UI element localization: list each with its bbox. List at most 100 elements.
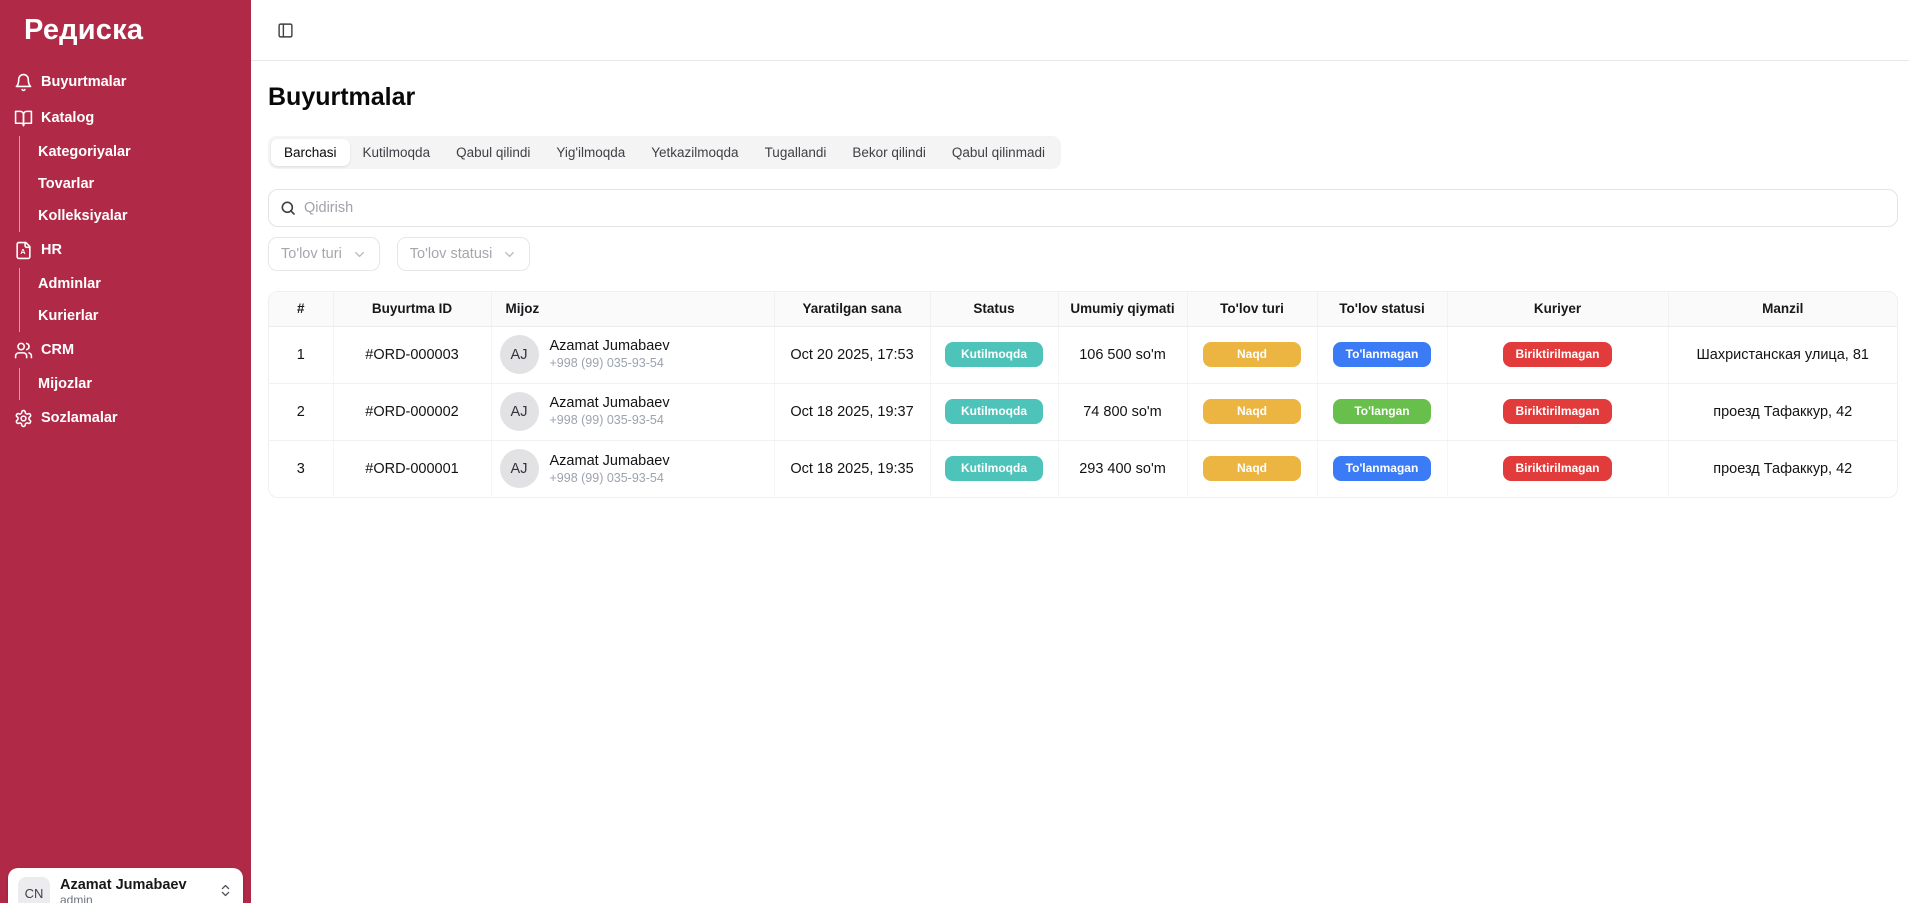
- orders-table: # Buyurtma ID Mijoz Yaratilgan sana Stat…: [269, 292, 1897, 497]
- row-index: 1: [269, 326, 333, 383]
- sidebar-item-label: HR: [41, 242, 62, 258]
- svg-text:A: A: [20, 248, 25, 256]
- order-address: проезд Тафаккур, 42: [1668, 440, 1897, 497]
- order-address: проезд Тафаккур, 42: [1668, 383, 1897, 440]
- user-name: Azamat Jumabaev: [60, 877, 208, 894]
- courier-badge: Biriktirilmagan: [1503, 342, 1611, 367]
- courier-badge: Biriktirilmagan: [1503, 399, 1611, 424]
- search-icon: [280, 200, 296, 216]
- users-icon: [14, 341, 33, 360]
- sidebar-item-adminlar[interactable]: Adminlar: [38, 268, 251, 300]
- tab-tugallandi[interactable]: Tugallandi: [752, 139, 840, 166]
- main-area: Buyurtmalar Barchasi Kutilmoqda Qabul qi…: [251, 0, 1909, 903]
- tab-qabul-qilinmadi[interactable]: Qabul qilinmadi: [939, 139, 1058, 166]
- sidebar-item-label: Katalog: [41, 110, 94, 126]
- gear-icon: [14, 409, 33, 428]
- payment-status-select[interactable]: To'lov statusi: [397, 237, 531, 271]
- payment-type-select-label: To'lov turi: [281, 246, 342, 262]
- chevrons-up-down-icon: [218, 883, 233, 898]
- sidebar-item-label: Sozlamalar: [41, 410, 118, 426]
- sidebar-item-crm[interactable]: CRM: [0, 332, 251, 368]
- order-total: 293 400 so'm: [1058, 440, 1187, 497]
- topbar: [251, 0, 1909, 61]
- created-date: Oct 18 2025, 19:35: [774, 440, 930, 497]
- filters-row: To'lov turi To'lov statusi: [268, 237, 1898, 271]
- row-index: 2: [269, 383, 333, 440]
- user-role: admin: [60, 894, 208, 903]
- sidebar: Редиска Buyurtmalar Katalog Kategoriyala…: [0, 0, 251, 903]
- page-content: Buyurtmalar Barchasi Kutilmoqda Qabul qi…: [251, 61, 1909, 498]
- customer-name: Azamat Jumabaev: [550, 394, 670, 412]
- order-total: 74 800 so'm: [1058, 383, 1187, 440]
- crm-sublist: Mijozlar: [19, 368, 251, 400]
- tab-bekor-qilindi[interactable]: Bekor qilindi: [839, 139, 939, 166]
- tab-qabul-qilindi[interactable]: Qabul qilindi: [443, 139, 543, 166]
- customer-info: Azamat Jumabaev +998 (99) 035-93-54: [550, 394, 670, 428]
- sidebar-item-buyurtmalar[interactable]: Buyurtmalar: [0, 64, 251, 100]
- customer-name: Azamat Jumabaev: [550, 452, 670, 470]
- col-total: Umumiy qiymati: [1058, 292, 1187, 326]
- sidebar-item-tovarlar[interactable]: Tovarlar: [38, 168, 251, 200]
- customer-phone: +998 (99) 035-93-54: [550, 470, 670, 486]
- customer-avatar: AJ: [500, 335, 539, 374]
- customer-phone: +998 (99) 035-93-54: [550, 355, 670, 371]
- sidebar-toggle-button[interactable]: [271, 16, 299, 44]
- sidebar-item-label: CRM: [41, 342, 74, 358]
- col-customer: Mijoz: [491, 292, 774, 326]
- sidebar-item-mijozlar[interactable]: Mijozlar: [38, 368, 251, 400]
- tab-kutilmoqda[interactable]: Kutilmoqda: [350, 139, 444, 166]
- table-row[interactable]: 2 #ORD-000002 AJ Azamat Jumabaev +998 (9…: [269, 383, 1897, 440]
- payment-status-badge: To'lanmagan: [1333, 456, 1431, 481]
- col-index: #: [269, 292, 333, 326]
- page-title: Buyurtmalar: [268, 83, 1898, 112]
- col-payment-type: To'lov turi: [1187, 292, 1317, 326]
- tab-yigilmoqda[interactable]: Yig'ilmoqda: [543, 139, 638, 166]
- table-header-row: # Buyurtma ID Mijoz Yaratilgan sana Stat…: [269, 292, 1897, 326]
- sidebar-nav: Buyurtmalar Katalog Kategoriyalar Tovarl…: [0, 56, 251, 436]
- chevron-down-icon: [352, 247, 367, 262]
- sidebar-item-kurierlar[interactable]: Kurierlar: [38, 300, 251, 332]
- payment-type-badge: Naqd: [1203, 342, 1301, 367]
- sidebar-item-kolleksiyalar[interactable]: Kolleksiyalar: [38, 200, 251, 232]
- payment-type-badge: Naqd: [1203, 456, 1301, 481]
- payment-status-badge: To'langan: [1333, 399, 1431, 424]
- row-index: 3: [269, 440, 333, 497]
- table-row[interactable]: 3 #ORD-000001 AJ Azamat Jumabaev +998 (9…: [269, 440, 1897, 497]
- col-order-id: Buyurtma ID: [333, 292, 491, 326]
- created-date: Oct 20 2025, 17:53: [774, 326, 930, 383]
- created-date: Oct 18 2025, 19:37: [774, 383, 930, 440]
- customer-cell: AJ Azamat Jumabaev +998 (99) 035-93-54: [492, 335, 774, 374]
- hr-sublist: Adminlar Kurierlar: [19, 268, 251, 332]
- panel-left-icon: [277, 22, 294, 39]
- courier-badge: Biriktirilmagan: [1503, 456, 1611, 481]
- payment-type-badge: Naqd: [1203, 399, 1301, 424]
- chevron-down-icon: [502, 247, 517, 262]
- search-bar: [268, 189, 1898, 227]
- status-tabs: Barchasi Kutilmoqda Qabul qilindi Yig'il…: [268, 136, 1061, 169]
- orders-table-container: # Buyurtma ID Mijoz Yaratilgan sana Stat…: [268, 291, 1898, 498]
- order-id: #ORD-000002: [333, 383, 491, 440]
- customer-name: Azamat Jumabaev: [550, 337, 670, 355]
- tab-barchasi[interactable]: Barchasi: [271, 139, 350, 166]
- sidebar-user-card[interactable]: CN Azamat Jumabaev admin: [8, 868, 243, 903]
- table-row[interactable]: 1 #ORD-000003 AJ Azamat Jumabaev +998 (9…: [269, 326, 1897, 383]
- user-meta: Azamat Jumabaev admin: [60, 877, 208, 903]
- sidebar-item-katalog[interactable]: Katalog: [0, 100, 251, 136]
- customer-phone: +998 (99) 035-93-54: [550, 412, 670, 428]
- customer-avatar: AJ: [500, 392, 539, 431]
- search-input[interactable]: [268, 189, 1898, 227]
- col-address: Manzil: [1668, 292, 1897, 326]
- order-address: Шахристанская улица, 81: [1668, 326, 1897, 383]
- payment-type-select[interactable]: To'lov turi: [268, 237, 380, 271]
- col-courier: Kuriyer: [1447, 292, 1668, 326]
- sidebar-item-kategoriyalar[interactable]: Kategoriyalar: [38, 136, 251, 168]
- col-created: Yaratilgan sana: [774, 292, 930, 326]
- sidebar-item-hr[interactable]: A HR: [0, 232, 251, 268]
- file-a-icon: A: [14, 241, 33, 260]
- customer-info: Azamat Jumabaev +998 (99) 035-93-54: [550, 452, 670, 486]
- tab-yetkazilmoqda[interactable]: Yetkazilmoqda: [638, 139, 751, 166]
- sidebar-item-label: Buyurtmalar: [41, 74, 126, 90]
- col-status: Status: [930, 292, 1058, 326]
- status-badge: Kutilmoqda: [945, 399, 1043, 424]
- sidebar-item-sozlamalar[interactable]: Sozlamalar: [0, 400, 251, 436]
